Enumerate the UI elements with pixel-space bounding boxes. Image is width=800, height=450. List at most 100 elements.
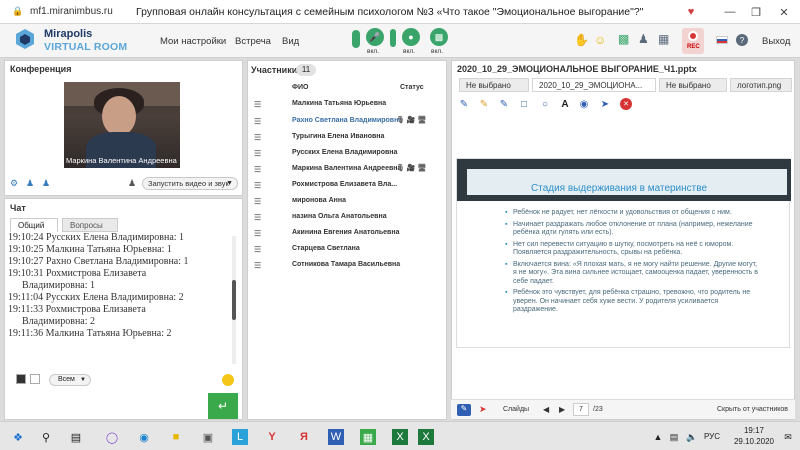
alice-icon[interactable]: ◯ <box>104 429 120 445</box>
rectangle-icon[interactable]: □ <box>518 98 530 110</box>
pointer-icon[interactable]: ➤ <box>599 98 611 110</box>
participant-row[interactable]: ☰ Сотникова Тамара Васильевна <box>250 257 442 273</box>
minimize-button[interactable]: — <box>716 0 744 24</box>
emoji-icon[interactable] <box>222 374 234 386</box>
bookmark-icon[interactable]: ♥ <box>677 0 705 24</box>
hide-from-participants-button[interactable]: Скрыть от участников <box>717 406 788 413</box>
drag-handle-icon[interactable]: ☰ <box>254 133 261 142</box>
clock-date[interactable]: 29.10.2020 <box>728 437 780 446</box>
participants-icon[interactable]: ♟ <box>638 32 649 46</box>
send-button[interactable]: ↵ <box>208 393 238 419</box>
user-audio-icon[interactable]: ♟ <box>26 178 34 189</box>
participant-row[interactable]: ☰ Русских Елена Владимировна <box>250 145 442 161</box>
participant-row[interactable]: ☰ назина Ольга Анатольевна <box>250 209 442 225</box>
ellipse-icon[interactable]: ○ <box>539 98 551 110</box>
emotion-icon[interactable]: ☺ <box>594 33 606 47</box>
draw-mode-icon[interactable]: ✎ <box>457 404 471 416</box>
doc-tab-not-selected-2[interactable]: Не выбрано <box>659 78 727 92</box>
column-header-status[interactable]: Статус <box>400 84 424 91</box>
excel-icon-2[interactable]: X <box>418 429 434 445</box>
drag-handle-icon[interactable]: ☰ <box>254 117 261 126</box>
fill-icon[interactable]: ◉ <box>578 98 590 110</box>
user-video-icon[interactable]: ♟ <box>42 178 50 189</box>
lock-icon[interactable]: 🔒 <box>12 6 26 17</box>
text-icon[interactable]: A <box>559 98 571 110</box>
layout-icon[interactable]: ▦ <box>658 32 669 46</box>
clock-time[interactable]: 19:17 <box>732 426 776 435</box>
doc-tab-logo[interactable]: логотип.png <box>730 78 792 92</box>
participant-row[interactable]: ☰ Старцева Светлана <box>250 241 442 257</box>
file-explorer-icon[interactable]: ■ <box>168 429 184 445</box>
address-bar[interactable]: mf1.miranimbus.ru <box>30 6 130 17</box>
recipient-select[interactable]: Всем ▼ <box>49 374 91 386</box>
close-button[interactable]: ✕ <box>770 0 798 24</box>
screen-share-button[interactable]: ▩ <box>430 28 448 46</box>
drag-handle-icon[interactable]: ☰ <box>254 213 261 222</box>
drag-handle-icon[interactable]: ☰ <box>254 165 261 174</box>
statistics-icon[interactable]: ▩ <box>618 32 629 46</box>
video-feed[interactable]: Маркина Валентина Андреевна <box>64 82 180 168</box>
task-view-icon[interactable]: ▤ <box>68 429 84 445</box>
doc-tab-presentation[interactable]: 2020_10_29_ЭМОЦИОНА... <box>532 78 656 92</box>
menu-my-settings[interactable]: Мои настройки <box>160 36 226 47</box>
clear-icon[interactable]: ✕ <box>620 98 632 110</box>
tab-general[interactable]: Общий <box>10 218 58 232</box>
edge-icon[interactable]: ◉ <box>136 429 152 445</box>
search-icon[interactable]: ⚲ <box>38 429 54 445</box>
word-icon[interactable]: W <box>328 429 344 445</box>
participant-row[interactable]: ☰ Малкина Татьяна Юрьевна <box>250 96 442 112</box>
network-icon[interactable]: ▤ <box>666 429 682 445</box>
participant-row[interactable]: ☰ миронова Анна <box>250 193 442 209</box>
next-slide-button[interactable]: ▶ <box>559 405 565 414</box>
participant-row[interactable]: ☰ Турыгина Елена Ивановна <box>250 129 442 145</box>
highlighter-icon[interactable]: ✎ <box>478 98 490 110</box>
camera-settings-icon[interactable]: ⚙ <box>10 178 18 189</box>
drag-handle-icon[interactable]: ☰ <box>254 100 261 109</box>
brush-icon[interactable]: ✎ <box>498 98 510 110</box>
record-button[interactable]: REC <box>682 28 704 54</box>
chat-scrollbar[interactable] <box>232 236 236 364</box>
yandex-icon[interactable]: Я <box>296 429 312 445</box>
spreadsheet-icon[interactable]: ▦ <box>360 429 376 445</box>
participant-row[interactable]: ☰ Маркина Валентина Андреевна 🎙 🎥 🖥 <box>250 161 442 177</box>
text-color-swatch[interactable] <box>16 374 26 384</box>
camera-button[interactable]: ● <box>402 28 420 46</box>
drag-handle-icon[interactable]: ☰ <box>254 197 261 206</box>
maximize-button[interactable]: ❐ <box>742 0 770 24</box>
laser-pointer-icon[interactable]: ➤ <box>479 404 487 415</box>
help-icon[interactable]: ? <box>736 34 748 46</box>
start-video-dropdown[interactable]: Запустить видео и звук ▼ <box>142 177 238 190</box>
windows-start-icon[interactable]: ❖ <box>10 429 26 445</box>
participant-row[interactable]: ☰ Рохмистрова Елизавета Вла... <box>250 177 442 193</box>
language-indicator[interactable]: РУС <box>704 432 720 441</box>
page-number-input[interactable]: 7 <box>573 403 589 416</box>
drag-handle-icon[interactable]: ☰ <box>254 181 261 190</box>
participant-row[interactable]: ☰ Рахно Светлана Владимировна 🎙 🎥 🖥 <box>250 113 442 129</box>
tray-arrow-icon[interactable]: ▲ <box>650 429 666 445</box>
exit-button[interactable]: Выход <box>762 36 790 47</box>
drag-handle-icon[interactable]: ☰ <box>254 229 261 238</box>
volume-icon[interactable]: 🔈 <box>684 429 700 445</box>
slides-label[interactable]: Слайды <box>503 406 529 413</box>
menu-meeting[interactable]: Встреча <box>235 36 271 47</box>
volume-slider[interactable] <box>352 30 360 48</box>
column-header-name[interactable]: ФИО <box>292 84 308 91</box>
notifications-icon[interactable]: ✉ <box>780 429 796 445</box>
language-flag-icon[interactable] <box>716 36 728 44</box>
excel-icon[interactable]: X <box>392 429 408 445</box>
yandex-browser-icon[interactable]: Y <box>264 429 280 445</box>
participant-row[interactable]: ☰ Акинина Евгения Анатольевна <box>250 225 442 241</box>
tab-questions[interactable]: Вопросы <box>62 218 118 232</box>
prev-slide-button[interactable]: ◀ <box>543 405 549 414</box>
app-l-icon[interactable]: L <box>232 429 248 445</box>
store-icon[interactable]: ▣ <box>200 429 216 445</box>
pen-icon[interactable]: ✎ <box>458 98 470 110</box>
drag-handle-icon[interactable]: ☰ <box>254 245 261 254</box>
raise-hand-icon[interactable]: ✋ <box>574 33 589 47</box>
microphone-button[interactable]: 🎤 <box>366 28 384 46</box>
doc-tab-not-selected-1[interactable]: Не выбрано <box>459 78 529 92</box>
drag-handle-icon[interactable]: ☰ <box>254 149 261 158</box>
background-color-swatch[interactable] <box>30 374 40 384</box>
drag-handle-icon[interactable]: ☰ <box>254 261 261 270</box>
menu-view[interactable]: Вид <box>282 36 299 47</box>
